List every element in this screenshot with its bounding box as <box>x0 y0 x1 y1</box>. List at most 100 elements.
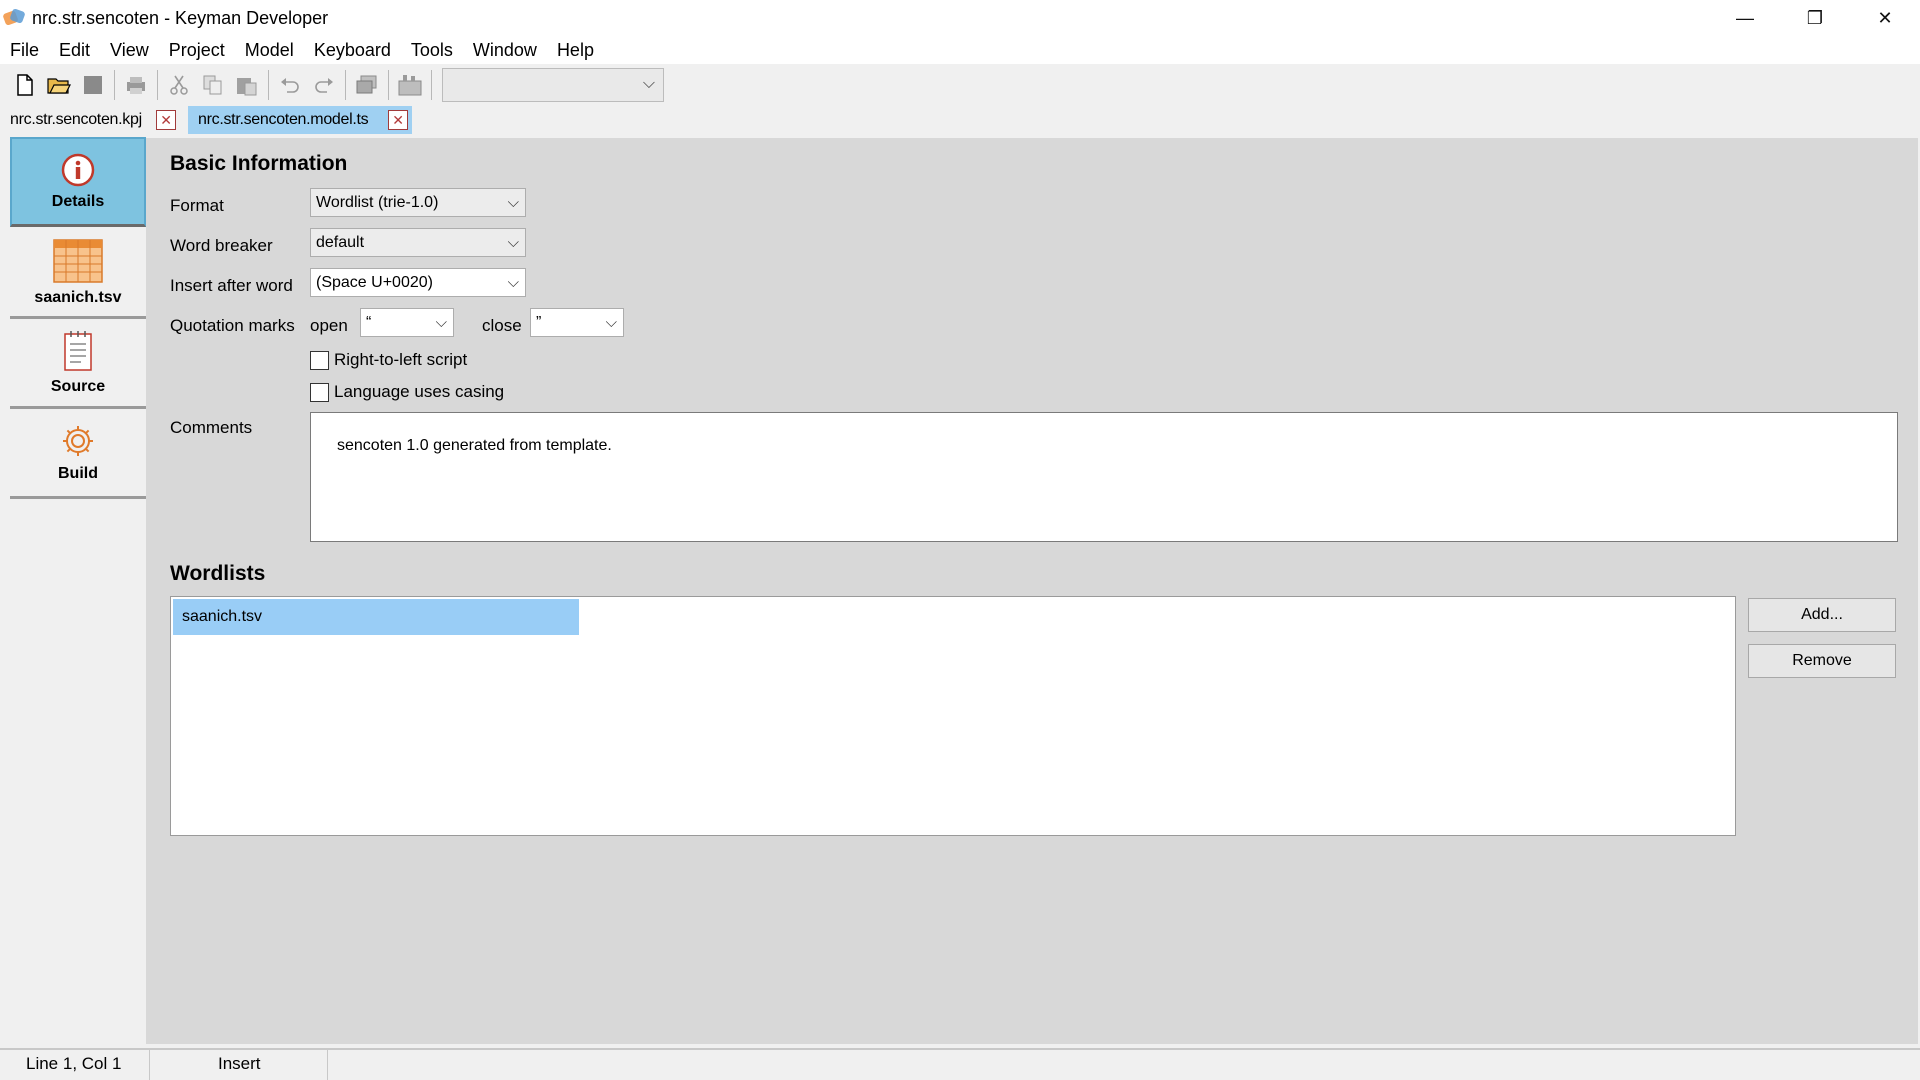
close-window-button[interactable]: ✕ <box>1850 0 1920 36</box>
paste-button[interactable] <box>230 68 264 102</box>
sidebar-item-label: Source <box>50 377 106 395</box>
sidebar-item-label: saanich.tsv <box>34 288 122 306</box>
menu-project[interactable]: Project <box>159 36 235 64</box>
edit-mode: Insert <box>150 1049 328 1080</box>
rtl-script-label: Right-to-left script <box>334 350 468 369</box>
menu-tools[interactable]: Tools <box>401 36 463 64</box>
word-breaker-value: default <box>316 234 365 251</box>
window-controls: — ❐ ✕ <box>1710 0 1920 36</box>
toolbar-separator <box>114 70 115 100</box>
open-button[interactable] <box>42 68 76 102</box>
print-button[interactable] <box>119 68 153 102</box>
tab-label: nrc.str.sencoten.kpj <box>10 111 142 128</box>
paste-icon <box>237 78 257 96</box>
format-label: Format <box>170 196 224 215</box>
chevron-down-icon: ⌵ <box>605 314 617 331</box>
comments-label: Comments <box>170 418 253 437</box>
close-quote-label: close <box>482 316 522 335</box>
new-file-button[interactable] <box>8 68 42 102</box>
sidebar: Details saanich.tsv Source Build <box>2 137 146 1045</box>
build-icon <box>398 75 422 96</box>
quotation-marks-label: Quotation marks <box>170 316 295 335</box>
wordlists-heading: Wordlists <box>170 562 266 585</box>
maximize-button[interactable]: ❐ <box>1780 0 1850 36</box>
undo-icon <box>281 78 299 93</box>
remove-wordlist-button[interactable]: Remove <box>1748 644 1896 678</box>
menu-keyboard[interactable]: Keyboard <box>304 36 401 64</box>
undo-button[interactable] <box>273 68 307 102</box>
sidebar-item-build[interactable]: Build <box>10 409 146 499</box>
gear-icon <box>63 425 93 456</box>
toolbar-separator <box>388 70 389 100</box>
tab-model[interactable]: nrc.str.sencoten.model.ts ✕ <box>188 106 412 134</box>
open-folder-icon <box>47 78 71 94</box>
toolbar-combo[interactable]: ⌵ <box>442 68 664 102</box>
open-quote-select[interactable]: “ ⌵ <box>360 308 454 337</box>
menu-view[interactable]: View <box>100 36 159 64</box>
cut-button[interactable] <box>162 68 196 102</box>
editor-frame: Details saanich.tsv Source Build Basic I… <box>0 134 1920 1048</box>
sidebar-item-label: Details <box>51 192 105 210</box>
print-icon <box>127 77 145 94</box>
open-quote-label: open <box>310 316 348 335</box>
toolbar-separator <box>268 70 269 100</box>
window-title: nrc.str.sencoten - Keyman Developer <box>32 7 329 28</box>
close-quote-select[interactable]: ” ⌵ <box>530 308 624 337</box>
insert-after-word-select[interactable]: (Space U+0020) ⌵ <box>310 268 526 297</box>
chevron-down-icon: ⌵ <box>435 314 447 331</box>
details-panel: Basic Information Format Wordlist (trie-… <box>146 138 1918 1044</box>
rtl-script-checkbox[interactable] <box>310 350 329 370</box>
cursor-position: Line 1, Col 1 <box>0 1049 150 1080</box>
word-breaker-label: Word breaker <box>170 236 273 255</box>
new-file-icon <box>17 74 33 96</box>
sidebar-item-label: Build <box>58 464 98 482</box>
tab-project[interactable]: nrc.str.sencoten.kpj ✕ <box>0 106 180 134</box>
toolbar-separator <box>345 70 346 100</box>
language-casing-checkbox[interactable] <box>310 382 329 402</box>
sidebar-item-source[interactable]: Source <box>10 319 146 409</box>
chevron-down-icon: ⌵ <box>507 194 519 211</box>
word-breaker-select[interactable]: default ⌵ <box>310 228 526 257</box>
redo-button[interactable] <box>307 68 341 102</box>
document-icon <box>64 330 92 371</box>
save-icon <box>84 76 102 94</box>
comments-textarea[interactable]: sencoten 1.0 generated from template. <box>310 412 1898 542</box>
add-wordlist-button[interactable]: Add... <box>1748 598 1896 632</box>
insert-after-word-value: (Space U+0020) <box>316 274 433 291</box>
close-tab-icon[interactable]: ✕ <box>156 110 176 130</box>
menu-edit[interactable]: Edit <box>49 36 100 64</box>
chevron-down-icon: ⌵ <box>507 234 519 251</box>
basic-information-heading: Basic Information <box>170 152 348 175</box>
menu-model[interactable]: Model <box>235 36 304 64</box>
close-tab-icon[interactable]: ✕ <box>388 110 408 130</box>
list-item[interactable]: saanich.tsv <box>173 599 579 635</box>
cut-icon <box>170 75 188 95</box>
window-button[interactable] <box>350 68 384 102</box>
menu-bar: File Edit View Project Model Keyboard To… <box>0 36 1920 64</box>
close-quote-value: ” <box>536 314 542 331</box>
format-select[interactable]: Wordlist (trie-1.0) ⌵ <box>310 188 526 217</box>
sidebar-item-details[interactable]: Details <box>10 137 146 227</box>
menu-window[interactable]: Window <box>463 36 547 64</box>
copy-button[interactable] <box>196 68 230 102</box>
save-button[interactable] <box>76 68 110 102</box>
title-bar: nrc.str.sencoten - Keyman Developer — ❐ … <box>0 0 1920 36</box>
menu-file[interactable]: File <box>0 36 49 64</box>
minimize-button[interactable]: — <box>1710 0 1780 36</box>
info-icon <box>61 153 95 186</box>
toolbar-separator <box>157 70 158 100</box>
status-bar: Line 1, Col 1 Insert <box>0 1048 1920 1080</box>
sidebar-item-saanich-tsv[interactable]: saanich.tsv <box>10 229 146 319</box>
build-button[interactable] <box>393 68 427 102</box>
chevron-down-icon: ⌵ <box>642 75 655 92</box>
wordlists-list[interactable]: saanich.tsv <box>170 596 1736 836</box>
rtl-script-checkbox-row[interactable]: Right-to-left script <box>310 350 467 370</box>
language-casing-label: Language uses casing <box>334 382 505 401</box>
toolbar-separator <box>431 70 432 100</box>
window-icon <box>356 75 377 94</box>
language-casing-checkbox-row[interactable]: Language uses casing <box>310 382 504 402</box>
table-icon <box>53 238 103 283</box>
redo-icon <box>315 78 333 93</box>
chevron-down-icon: ⌵ <box>507 274 519 291</box>
menu-help[interactable]: Help <box>547 36 604 64</box>
